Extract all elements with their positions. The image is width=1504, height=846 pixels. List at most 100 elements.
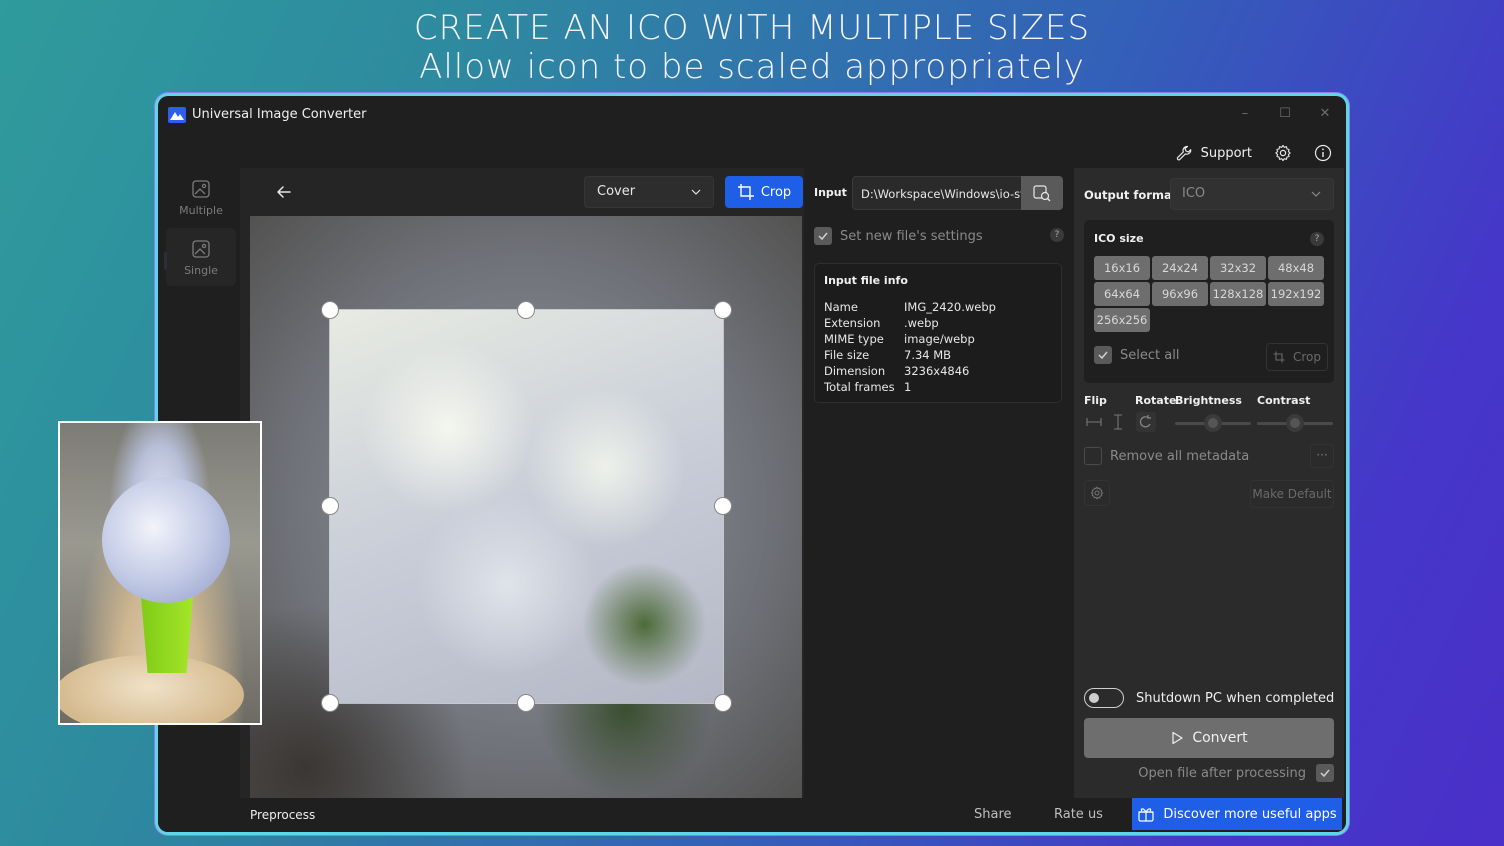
file-info-value: 1	[904, 380, 912, 394]
file-info-value: IMG_2420.webp	[904, 300, 996, 314]
crop-handle-bottom-left[interactable]	[321, 694, 339, 712]
check-icon	[1320, 769, 1330, 778]
size-option-16[interactable]: 16x16	[1094, 256, 1150, 280]
size-option-24[interactable]: 24x24	[1152, 256, 1208, 280]
rotate-button[interactable]	[1136, 412, 1156, 432]
file-info-row: MIME type image/webp	[824, 331, 1052, 347]
crop-handle-top-right[interactable]	[714, 301, 732, 319]
brightness-slider[interactable]	[1175, 414, 1251, 432]
maximize-button[interactable]: ☐	[1270, 104, 1300, 124]
image-editor: Cover Crop	[240, 168, 804, 798]
remove-metadata-label: Remove all metadata	[1110, 448, 1250, 464]
crop-button[interactable]: Crop	[725, 176, 803, 208]
close-button[interactable]: ✕	[1310, 104, 1340, 124]
set-new-settings-checkbox[interactable]	[814, 227, 832, 245]
app-title: Universal Image Converter	[192, 107, 367, 122]
more-options-button[interactable]: ···	[1310, 444, 1334, 468]
ico-crop-button[interactable]: Crop	[1266, 343, 1328, 371]
file-info-row: Total frames 1	[824, 379, 1052, 395]
file-info-value: 3236x4846	[904, 364, 970, 378]
share-link[interactable]: Share	[974, 807, 1012, 822]
browse-button[interactable]	[1021, 176, 1063, 210]
file-info-key: Dimension	[824, 364, 886, 378]
preset-settings-button[interactable]	[1084, 480, 1110, 506]
file-info-value: image/webp	[904, 332, 975, 346]
support-button[interactable]: Support	[1175, 144, 1252, 162]
select-all-checkbox[interactable]	[1094, 346, 1112, 364]
flip-vertical-button[interactable]	[1108, 412, 1128, 432]
select-all-row[interactable]: Select all	[1094, 346, 1179, 364]
gear-icon[interactable]	[1274, 144, 1292, 162]
shutdown-toggle[interactable]	[1084, 688, 1124, 708]
open-after-label: Open file after processing	[1138, 765, 1306, 781]
input-path-field[interactable]: D:\Workspace\Windows\io-str	[852, 176, 1022, 210]
crop-handle-left[interactable]	[321, 497, 339, 515]
crop-label: Crop	[760, 184, 792, 200]
size-option-32[interactable]: 32x32	[1210, 256, 1266, 280]
flip-horizontal-button[interactable]	[1084, 412, 1104, 432]
file-info-row: Dimension 3236x4846	[824, 363, 1052, 379]
help-icon[interactable]: ?	[1310, 232, 1324, 246]
select-all-label: Select all	[1120, 347, 1180, 363]
rate-us-link[interactable]: Rate us	[1054, 807, 1103, 822]
crop-handle-top[interactable]	[517, 301, 535, 319]
output-format-select[interactable]: ICO	[1170, 178, 1334, 210]
discover-apps-button[interactable]: Discover more useful apps	[1132, 798, 1342, 830]
file-info-key: Total frames	[824, 380, 895, 394]
convert-label: Convert	[1192, 730, 1248, 746]
open-after-checkbox[interactable]	[1316, 764, 1334, 782]
preprocess-tab[interactable]: Preprocess	[250, 808, 315, 822]
nav-item-multiple[interactable]: Multiple	[166, 168, 236, 226]
shutdown-row: Shutdown PC when completed	[1084, 688, 1334, 708]
file-info-title: Input file info	[824, 274, 908, 287]
file-info-value: 7.34 MB	[904, 348, 952, 362]
shutdown-label: Shutdown PC when completed	[1136, 690, 1335, 706]
minimize-button[interactable]: –	[1230, 104, 1260, 124]
ico-size-title: ICO size	[1094, 232, 1144, 245]
contrast-slider-thumb[interactable]	[1286, 414, 1304, 432]
open-after-row[interactable]: Open file after processing	[1138, 764, 1334, 782]
size-option-64[interactable]: 64x64	[1094, 282, 1150, 306]
nav-item-single[interactable]: Single	[166, 228, 236, 286]
rotate-label: Rotate	[1135, 394, 1177, 407]
image-canvas[interactable]	[250, 216, 802, 798]
size-option-96[interactable]: 96x96	[1152, 282, 1208, 306]
image-search-icon	[1033, 185, 1051, 202]
app-window: Universal Image Converter – ☐ ✕ Support	[158, 96, 1346, 832]
size-option-192[interactable]: 192x192	[1268, 282, 1324, 306]
crop-handle-top-left[interactable]	[321, 301, 339, 319]
set-new-settings-row[interactable]: Set new file's settings ?	[814, 224, 1064, 248]
convert-button[interactable]: Convert	[1084, 718, 1334, 758]
remove-metadata-checkbox[interactable]	[1084, 447, 1102, 465]
ico-size-grid: 16x16 24x24 32x32 48x48 64x64 96x96 128x…	[1094, 256, 1328, 332]
brightness-slider-thumb[interactable]	[1204, 414, 1222, 432]
file-info-key: Extension	[824, 316, 881, 330]
size-option-48[interactable]: 48x48	[1268, 256, 1324, 280]
info-icon[interactable]	[1314, 144, 1332, 162]
output-settings-panel: Output format ICO ICO size ? 16x16 24x24…	[1074, 168, 1344, 798]
crop-handle-bottom-right[interactable]	[714, 694, 732, 712]
top-actions: Support	[1175, 140, 1332, 166]
size-option-256[interactable]: 256x256	[1094, 308, 1150, 332]
brightness-label: Brightness	[1175, 394, 1242, 407]
crop-icon	[737, 184, 754, 200]
output-format-label: Output format	[1084, 188, 1178, 202]
fit-mode-select[interactable]: Cover	[584, 176, 714, 208]
image-icon	[192, 239, 210, 258]
wrench-icon	[1176, 145, 1191, 161]
file-info-key: MIME type	[824, 332, 884, 346]
app-logo-icon	[168, 107, 186, 123]
contrast-slider[interactable]	[1257, 414, 1333, 432]
headline-title: CREATE AN ICO WITH MULTIPLE SIZES	[413, 8, 1091, 48]
help-icon[interactable]: ?	[1050, 228, 1064, 242]
crop-region[interactable]	[330, 310, 723, 703]
crop-handle-bottom[interactable]	[517, 694, 535, 712]
make-default-button[interactable]: Make Default	[1250, 480, 1334, 508]
check-icon	[1098, 351, 1108, 360]
remove-metadata-row[interactable]: Remove all metadata ···	[1084, 444, 1334, 468]
crop-handle-right[interactable]	[714, 497, 732, 515]
preview-flowers	[102, 477, 230, 603]
back-arrow-icon[interactable]	[270, 178, 298, 206]
size-option-128[interactable]: 128x128	[1210, 282, 1266, 306]
file-info-row: Extension .webp	[824, 315, 1052, 331]
